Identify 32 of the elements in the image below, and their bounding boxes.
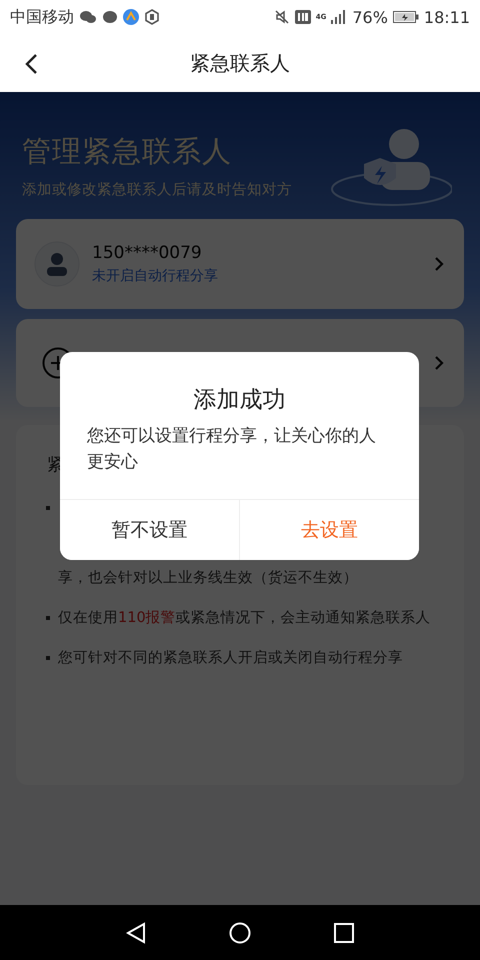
phone-number: 150****0079 <box>92 243 203 263</box>
app-icon <box>123 9 139 25</box>
chat-bubbles-icon <box>79 10 97 24</box>
notice-text: 仅在使用 110报警或紧急情况下，会主动通知紧急联系人 <box>58 608 431 628</box>
section-subtitle: 添加或修改紧急联系人后请及时告知对方 <box>22 180 292 199</box>
back-triangle-icon[interactable] <box>126 922 146 944</box>
bullet-mark <box>46 506 50 510</box>
battery-percent: 76% <box>352 8 388 26</box>
avatar-icon <box>34 241 80 287</box>
contact-card[interactable]: 150****0079 未开启自动行程分享 <box>16 219 464 309</box>
recents-square-icon[interactable] <box>334 922 354 942</box>
back-icon[interactable] <box>24 53 38 75</box>
chat-bubble-icon <box>102 10 118 24</box>
hexagon-icon <box>144 9 160 25</box>
share-status: 未开启自动行程分享 <box>92 267 219 285</box>
chevron-right-icon <box>434 355 444 371</box>
bullet-mark <box>46 656 50 660</box>
notice-text: 享，也会针对以上业务线生效（货运不生效） <box>58 568 359 588</box>
section-title: 管理紧急联系人 <box>22 133 232 170</box>
battery-icon <box>392 11 419 23</box>
clock-time: 18:11 <box>424 8 470 26</box>
chevron-right-icon <box>434 256 444 272</box>
signal-icon <box>331 10 348 24</box>
home-circle-icon[interactable] <box>228 922 251 944</box>
dialog-message: 您还可以设置行程分享，让关心你的人更安心 <box>86 425 377 474</box>
dialog-title: 添加成功 <box>192 386 286 415</box>
bullet-mark <box>46 616 50 620</box>
confirm-button[interactable]: 去设置 <box>239 500 419 560</box>
carrier-name: 中国移动 <box>10 6 74 28</box>
notice-text: 您可针对不同的紧急联系人开启或关闭自动行程分享 <box>58 648 403 668</box>
mute-icon <box>274 9 290 25</box>
page-title: 紧急联系人 <box>190 50 290 76</box>
